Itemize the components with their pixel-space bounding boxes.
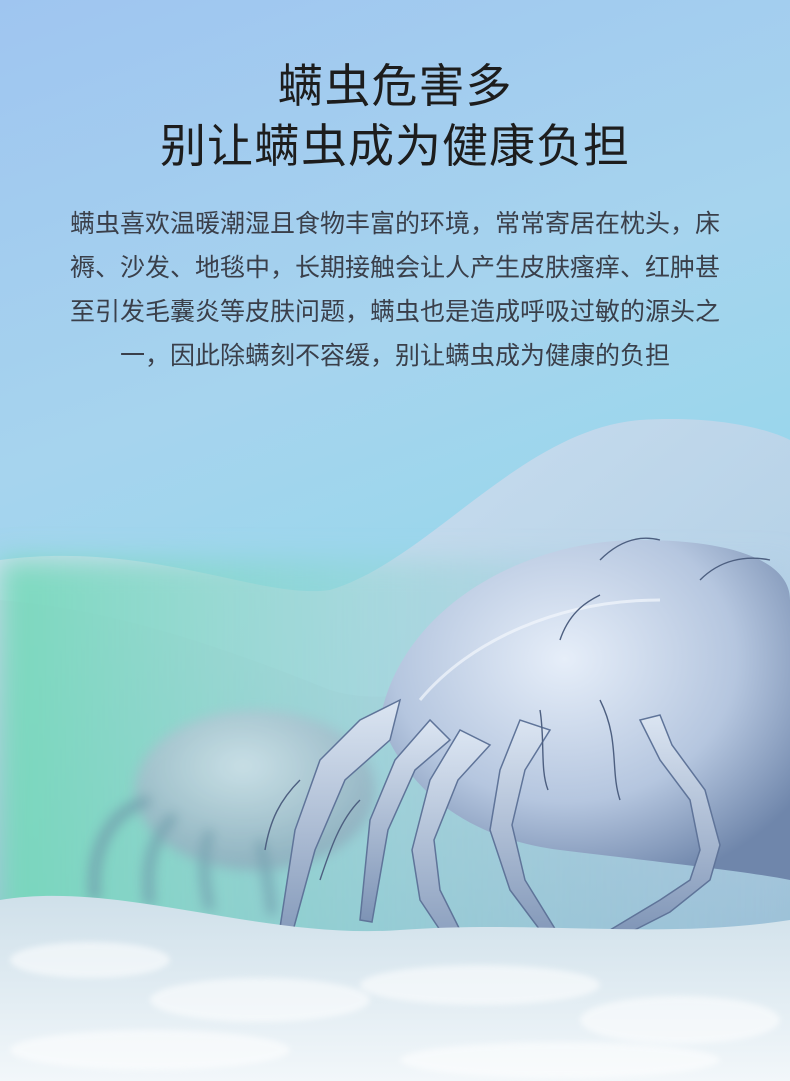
headline: 螨虫危害多 别让螨虫成为健康负担	[0, 56, 790, 176]
description-paragraph: 螨虫喜欢温暖潮湿且食物丰富的环境，常常寄居在枕头，床褥、沙发、地毯中，长期接触会…	[70, 209, 721, 370]
headline-line-2: 别让螨虫成为健康负担	[160, 119, 630, 173]
page-canvas: 螨虫危害多 别让螨虫成为健康负担 螨虫喜欢温暖潮湿且食物丰富的环境，常常寄居在枕…	[0, 0, 790, 1081]
headline-line-1: 螨虫危害多	[277, 59, 513, 113]
